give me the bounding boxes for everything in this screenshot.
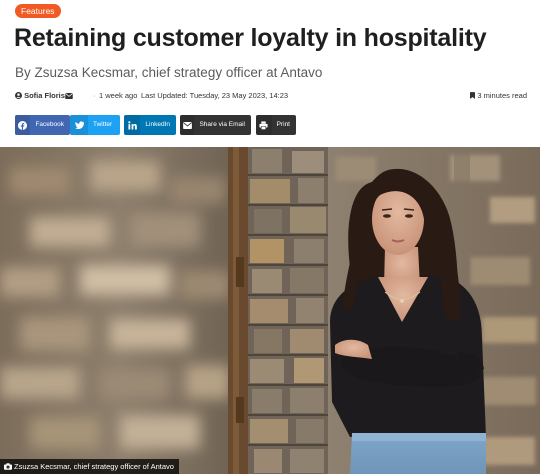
print-icon (256, 115, 272, 135)
share-email-label: Share via Email (199, 121, 245, 128)
article-meta: Sofia Floris · 1 week ago Last Updated: … (15, 90, 527, 102)
share-email-button[interactable]: Share via Email (180, 115, 251, 135)
share-linkedin-button[interactable]: LinkedIn (124, 115, 176, 135)
hero-image: Zsuzsa Kecsmar, chief strategy officer o… (0, 147, 540, 474)
linkedin-icon (124, 115, 141, 135)
share-twitter-button[interactable]: Twitter (70, 115, 120, 135)
facebook-icon (15, 115, 31, 135)
article-title: Retaining customer loyalty in hospitalit… (14, 24, 487, 52)
posted-ago: 1 week ago (99, 91, 138, 100)
share-linkedin-label: LinkedIn (145, 121, 170, 128)
image-caption: Zsuzsa Kecsmar, chief strategy officer o… (0, 459, 179, 474)
user-icon (15, 91, 22, 103)
read-time-text: 3 minutes read (477, 91, 527, 100)
clock-icon: · (93, 91, 96, 100)
bookmark-icon (470, 91, 476, 103)
camera-icon (4, 463, 12, 470)
share-twitter-label: Twitter (93, 121, 113, 128)
print-label: Print (276, 121, 290, 128)
last-updated: Last Updated: Tuesday, 23 May 2023, 14:2… (141, 91, 289, 100)
caption-text: Zsuzsa Kecsmar, chief strategy officer o… (14, 462, 174, 471)
share-facebook-label: Facebook (35, 121, 64, 128)
author-link[interactable]: Sofia Floris (15, 90, 65, 103)
email-icon (180, 115, 195, 135)
author-name[interactable]: Sofia Floris (24, 91, 65, 100)
category-badge[interactable]: Features (15, 4, 61, 18)
article-subtitle: By Zsuzsa Kecsmar, chief strategy office… (15, 65, 323, 80)
twitter-icon (70, 115, 88, 135)
featured-photo (0, 147, 540, 474)
author-email-icon[interactable] (65, 90, 73, 102)
print-button[interactable]: Print (256, 115, 296, 135)
share-facebook-button[interactable]: Facebook (15, 115, 70, 135)
read-time: 3 minutes read (470, 90, 527, 103)
